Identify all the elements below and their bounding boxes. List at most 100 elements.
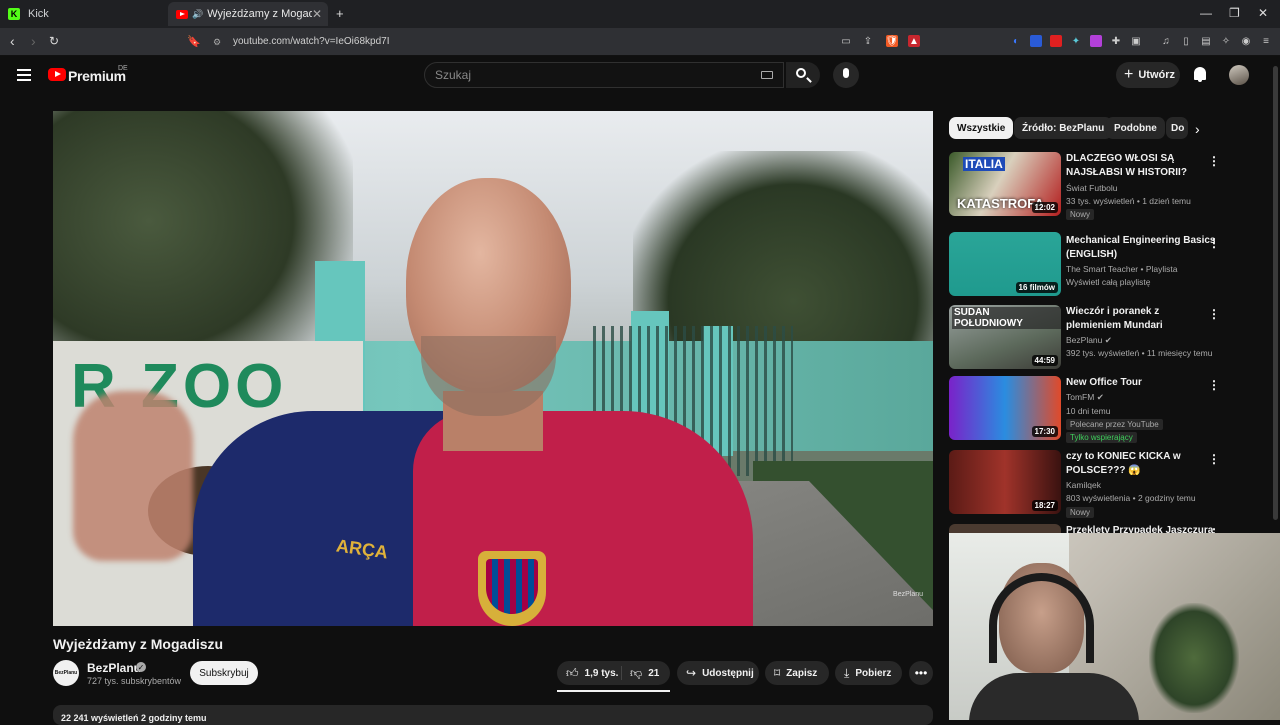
rec-title[interactable]: Wieczór i poranek z plemieniem Mundari bbox=[1066, 305, 1216, 333]
bookmark-icon[interactable]: 🔖 bbox=[187, 35, 201, 48]
search-button[interactable] bbox=[786, 62, 820, 88]
rec-channel-name: BezPlanu bbox=[1066, 335, 1103, 345]
more-actions-button[interactable]: ••• bbox=[909, 661, 933, 685]
more-vert-icon[interactable]: ⋮ bbox=[1208, 236, 1220, 250]
extension-icon-5[interactable] bbox=[1090, 35, 1102, 47]
cast-icon[interactable]: ▭ bbox=[840, 35, 852, 47]
keyboard-icon[interactable] bbox=[761, 71, 773, 79]
recommendation-item[interactable]: 17:30 New Office Tour TomFM ✔ 10 dni tem… bbox=[949, 376, 1239, 443]
rec-meta[interactable]: Wyświetl całą playlistę bbox=[1066, 277, 1150, 287]
menu-icon[interactable]: ≡ bbox=[1260, 35, 1272, 47]
channel-watermark[interactable]: BezPlanu bbox=[893, 591, 923, 598]
brave-shield-icon[interactable]: 🛡 bbox=[886, 35, 898, 47]
create-button[interactable]: + Utwórz bbox=[1116, 62, 1180, 88]
new-tab-button[interactable]: + bbox=[336, 6, 344, 21]
members-only-badge: Tylko wspierający bbox=[1066, 432, 1137, 443]
extension-icon-6[interactable]: ▣ bbox=[1130, 35, 1142, 47]
kick-icon: K bbox=[8, 8, 20, 20]
rec-channel[interactable]: TomFM ✔ bbox=[1066, 392, 1104, 403]
download-button[interactable]: ⤓ Pobierz bbox=[835, 661, 902, 685]
youtube-icon bbox=[176, 9, 188, 19]
leo-icon[interactable]: ✧ bbox=[1220, 35, 1232, 47]
more-vert-icon[interactable]: ⋮ bbox=[1208, 307, 1220, 321]
dislike-button[interactable]: 👎︎ 21 bbox=[622, 661, 670, 685]
youtube-logo-icon[interactable] bbox=[48, 68, 66, 81]
bookmark-icon: ⌑ bbox=[774, 666, 781, 680]
chip-source[interactable]: Źródło: BezPlanu bbox=[1014, 117, 1113, 139]
restore-button[interactable]: ❐ bbox=[1229, 6, 1240, 20]
video-thumbnail[interactable]: ITALIA KATASTROFA 12:02 bbox=[949, 152, 1061, 216]
voice-search-button[interactable] bbox=[833, 62, 859, 88]
sidebar-icon[interactable]: ▯ bbox=[1180, 35, 1192, 47]
hamburger-menu-icon[interactable] bbox=[17, 69, 31, 81]
region-code: DE bbox=[118, 65, 128, 72]
video-hand bbox=[73, 391, 193, 561]
thumbs-up-icon: 👍︎ bbox=[566, 665, 579, 680]
rec-title[interactable]: New Office Tour bbox=[1066, 376, 1216, 390]
close-tab-icon[interactable]: ✕ bbox=[312, 7, 322, 21]
notifications-bell-icon[interactable] bbox=[1194, 67, 1206, 82]
tab-youtube[interactable]: 🔊 Wyjeżdżamy z Mogadiszu - Y ✕ bbox=[168, 2, 328, 26]
like-button[interactable]: 👍︎ 1,9 tys. bbox=[557, 661, 621, 685]
rec-channel[interactable]: The Smart Teacher • Playlista bbox=[1066, 264, 1177, 274]
rec-title[interactable]: czy to KONIEC KICKA w POLSCE??? 😱 bbox=[1066, 450, 1216, 478]
chip-related[interactable]: Podobne bbox=[1106, 117, 1165, 139]
rec-channel[interactable]: Świat Futbolu bbox=[1066, 183, 1118, 193]
webcam-torso bbox=[969, 673, 1139, 720]
forward-icon[interactable]: › bbox=[31, 33, 36, 49]
rec-title[interactable]: Mechanical Engineering Basics (ENGLISH) bbox=[1066, 234, 1216, 262]
search-input[interactable] bbox=[424, 62, 784, 88]
share-icon[interactable]: ⇪ bbox=[862, 35, 874, 47]
tab-label: Wyjeżdżamy z Mogadiszu - Y bbox=[207, 8, 313, 20]
channel-avatar[interactable]: BezPlanu bbox=[53, 660, 79, 686]
tab-kick[interactable]: K Kick bbox=[0, 2, 165, 26]
site-info-icon[interactable]: ⚙ bbox=[213, 37, 221, 48]
rewards-icon[interactable]: ▲ bbox=[908, 35, 920, 47]
extension-icon-3[interactable] bbox=[1050, 35, 1062, 47]
more-vert-icon[interactable]: ⋮ bbox=[1208, 452, 1220, 466]
video-thumbnail[interactable]: SUDAN POŁUDNIOWY 44:59 bbox=[949, 305, 1061, 369]
extension-icon-4[interactable]: ✦ bbox=[1070, 35, 1082, 47]
extension-icon-2[interactable] bbox=[1030, 35, 1042, 47]
wallet-icon[interactable]: ▤ bbox=[1200, 35, 1212, 47]
video-player[interactable]: R ZOO ARÇA BezPlanu bbox=[53, 111, 933, 626]
page-scrollbar[interactable] bbox=[1273, 66, 1278, 520]
rec-channel[interactable]: BezPlanu ✔ bbox=[1066, 335, 1112, 346]
playlist-thumbnail[interactable]: 16 filmów bbox=[949, 232, 1061, 296]
music-icon[interactable]: ♫ bbox=[1160, 35, 1172, 47]
rec-channel[interactable]: Kamilqek bbox=[1066, 480, 1101, 490]
minimize-button[interactable]: — bbox=[1200, 6, 1212, 20]
video-thumbnail[interactable]: 18:27 bbox=[949, 450, 1061, 514]
description-box[interactable]: 22 241 wyświetleń 2 godziny temu bbox=[53, 705, 933, 725]
channel-name[interactable]: BezPlanu bbox=[87, 661, 141, 675]
chip-more[interactable]: Do bbox=[1166, 117, 1188, 139]
url-field[interactable]: youtube.com/watch?v=IeOi68kpd7I bbox=[233, 36, 389, 47]
share-button[interactable]: ↪ Udostępnij bbox=[677, 661, 759, 685]
like-count: 1,9 tys. bbox=[584, 667, 619, 679]
recommendation-item[interactable]: ITALIA KATASTROFA 12:02 DLACZEGO WŁOSI S… bbox=[949, 152, 1239, 220]
recommendation-item[interactable]: SUDAN POŁUDNIOWY 44:59 Wieczór i poranek… bbox=[949, 305, 1239, 371]
rec-title[interactable]: DLACZEGO WŁOSI SĄ NAJSŁABSI W HISTORII? bbox=[1066, 152, 1216, 180]
puzzle-icon[interactable]: ✚ bbox=[1110, 35, 1122, 47]
reload-icon[interactable]: ↻ bbox=[49, 34, 59, 48]
rec-meta: 10 dni temu bbox=[1066, 406, 1111, 416]
chip-all[interactable]: Wszystkie bbox=[949, 117, 1014, 139]
back-icon[interactable]: ‹ bbox=[10, 33, 15, 49]
browser-tab-bar: K Kick 🔊 Wyjeżdżamy z Mogadiszu - Y ✕ + … bbox=[0, 0, 1280, 28]
account-avatar[interactable] bbox=[1229, 65, 1249, 85]
rec-meta: 803 wyświetlenia • 2 godziny temu bbox=[1066, 493, 1196, 503]
vpn-icon[interactable]: ◉ bbox=[1240, 35, 1252, 47]
video-duration: 44:59 bbox=[1031, 355, 1058, 366]
chevron-right-icon[interactable]: › bbox=[1195, 121, 1200, 137]
more-vert-icon[interactable]: ⋮ bbox=[1208, 378, 1220, 392]
subscribe-button[interactable]: Subskrybuj bbox=[190, 661, 258, 685]
more-vert-icon[interactable]: ⋮ bbox=[1208, 154, 1220, 168]
save-button[interactable]: ⌑ Zapisz bbox=[765, 661, 829, 685]
extension-icon-1[interactable]: ◐ bbox=[1010, 35, 1022, 47]
close-window-button[interactable]: ✕ bbox=[1258, 6, 1268, 20]
video-thumbnail[interactable]: 17:30 bbox=[949, 376, 1061, 440]
recommendation-item[interactable]: 18:27 czy to KONIEC KICKA w POLSCE??? 😱 … bbox=[949, 450, 1239, 518]
recommendation-item[interactable]: 16 filmów Mechanical Engineering Basics … bbox=[949, 232, 1239, 300]
video-duration: 12:02 bbox=[1031, 202, 1058, 213]
thumbnail-text: KATASTROFA bbox=[957, 196, 1044, 211]
